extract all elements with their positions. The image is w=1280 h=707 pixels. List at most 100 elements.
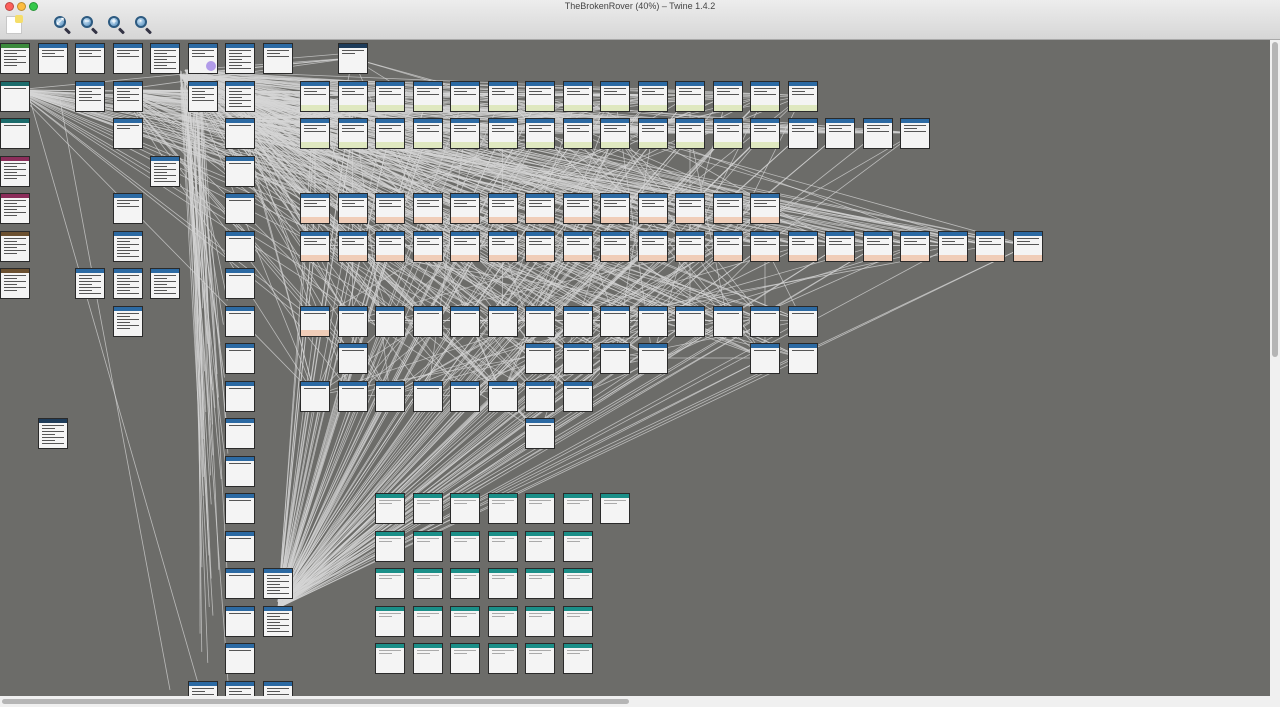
passage-card[interactable]	[525, 193, 555, 224]
passage-card[interactable]	[225, 268, 255, 299]
passage-card[interactable]	[637, 118, 668, 149]
passage-card[interactable]	[112, 193, 143, 224]
media-passage-card[interactable]	[600, 493, 630, 524]
passage-card[interactable]	[487, 118, 518, 149]
new-passage-button[interactable]	[6, 15, 23, 34]
vertical-scrollbar[interactable]	[1270, 40, 1280, 696]
passage-card[interactable]	[337, 380, 368, 412]
media-passage-card[interactable]	[525, 605, 555, 637]
passage-card[interactable]	[412, 80, 443, 112]
passage-card[interactable]	[375, 305, 405, 337]
passage-card[interactable]	[337, 193, 368, 224]
passage-card[interactable]	[600, 193, 630, 224]
passage-card[interactable]	[412, 193, 443, 224]
passage-card[interactable]	[787, 230, 818, 262]
passage-card[interactable]	[712, 80, 743, 112]
passage-card[interactable]	[712, 118, 743, 149]
passage-card[interactable]	[787, 343, 818, 374]
passage-card[interactable]	[562, 118, 593, 149]
passage-card[interactable]	[562, 193, 593, 224]
passage-card[interactable]	[225, 455, 255, 487]
passage-card[interactable]	[225, 343, 255, 374]
media-passage-card[interactable]	[487, 493, 518, 524]
passage-card[interactable]	[487, 230, 518, 262]
passage-card[interactable]	[525, 343, 555, 374]
media-passage-card[interactable]	[562, 530, 593, 562]
passage-card[interactable]	[337, 230, 368, 262]
passage-card[interactable]	[412, 230, 443, 262]
passage-card[interactable]	[337, 343, 368, 374]
passage-card[interactable]	[112, 268, 143, 299]
passage-card[interactable]	[112, 230, 143, 262]
passage-card[interactable]	[225, 568, 255, 599]
zoom-out-button[interactable]: −	[80, 15, 100, 35]
passage-card[interactable]	[750, 118, 780, 149]
passage-card[interactable]	[375, 193, 405, 224]
passage-card[interactable]	[225, 643, 255, 674]
passage-card[interactable]	[750, 343, 780, 374]
passage-card[interactable]	[900, 230, 930, 262]
passage-card[interactable]	[750, 193, 780, 224]
passage-card[interactable]	[450, 380, 480, 412]
passage-card[interactable]	[712, 230, 743, 262]
passage-card[interactable]	[150, 155, 180, 187]
media-passage-card[interactable]	[525, 643, 555, 674]
media-passage-card[interactable]	[375, 568, 405, 599]
passage-card[interactable]	[675, 305, 705, 337]
passage-card[interactable]	[562, 343, 593, 374]
passage-card[interactable]	[262, 43, 293, 74]
zoom-fit-button[interactable]: ⤢	[53, 15, 73, 35]
passage-card[interactable]	[675, 193, 705, 224]
passage-card[interactable]	[825, 230, 855, 262]
passage-card[interactable]	[412, 305, 443, 337]
passage-card[interactable]	[375, 80, 405, 112]
passage-card[interactable]	[750, 80, 780, 112]
passage-card[interactable]	[525, 418, 555, 449]
passage-card[interactable]	[37, 43, 68, 74]
passage-card[interactable]	[487, 305, 518, 337]
passage-card[interactable]	[150, 268, 180, 299]
passage-card[interactable]	[0, 155, 30, 187]
passage-card[interactable]	[787, 305, 818, 337]
passage-card[interactable]	[750, 230, 780, 262]
passage-card[interactable]	[225, 380, 255, 412]
passage-card[interactable]	[300, 305, 330, 337]
passage-card[interactable]	[487, 193, 518, 224]
passage-card[interactable]	[112, 80, 143, 112]
passage-card[interactable]	[1012, 230, 1043, 262]
passage-card[interactable]	[337, 43, 368, 74]
media-passage-card[interactable]	[450, 493, 480, 524]
media-passage-card[interactable]	[487, 568, 518, 599]
media-passage-card[interactable]	[562, 605, 593, 637]
passage-card[interactable]	[0, 118, 30, 149]
passage-card[interactable]	[0, 193, 30, 224]
passage-card[interactable]	[187, 680, 218, 696]
passage-card[interactable]	[600, 230, 630, 262]
horizontal-scrollbar[interactable]	[0, 696, 1280, 707]
media-passage-card[interactable]	[450, 605, 480, 637]
media-passage-card[interactable]	[412, 530, 443, 562]
passage-card[interactable]	[562, 305, 593, 337]
media-passage-card[interactable]	[487, 605, 518, 637]
passage-card[interactable]	[600, 305, 630, 337]
media-passage-card[interactable]	[525, 493, 555, 524]
passage-card[interactable]	[0, 268, 30, 299]
zoom-in-button[interactable]: +	[107, 15, 127, 35]
passage-card[interactable]	[450, 193, 480, 224]
passage-card[interactable]	[525, 380, 555, 412]
media-passage-card[interactable]	[412, 568, 443, 599]
media-passage-card[interactable]	[375, 530, 405, 562]
media-passage-card[interactable]	[375, 605, 405, 637]
passage-card[interactable]	[337, 305, 368, 337]
passage-card[interactable]	[487, 380, 518, 412]
passage-card[interactable]	[787, 118, 818, 149]
media-passage-card[interactable]	[375, 493, 405, 524]
passage-card[interactable]	[450, 305, 480, 337]
passage-card[interactable]	[75, 43, 105, 74]
passage-card[interactable]	[787, 80, 818, 112]
passage-card[interactable]	[675, 118, 705, 149]
passage-card[interactable]	[225, 193, 255, 224]
passage-card[interactable]	[225, 680, 255, 696]
media-passage-card[interactable]	[450, 643, 480, 674]
passage-card[interactable]	[75, 80, 105, 112]
